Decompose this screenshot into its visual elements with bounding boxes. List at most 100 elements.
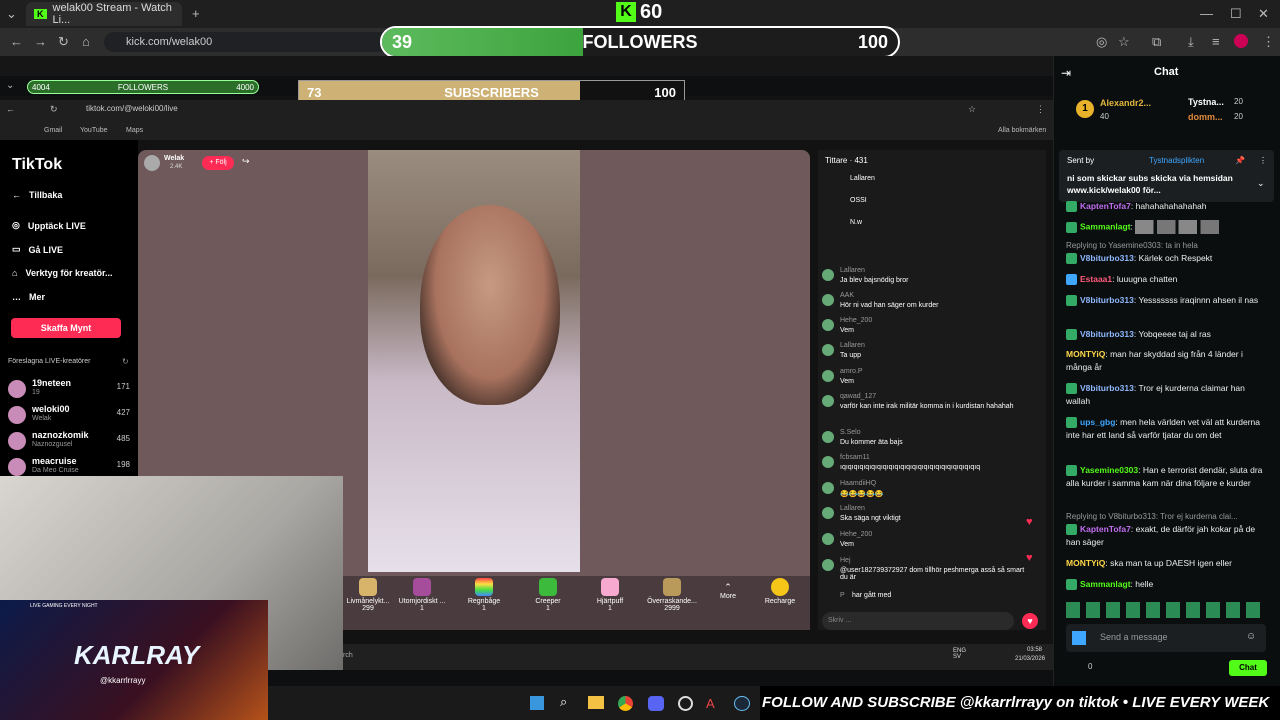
- chat-username[interactable]: V8biturbo313: [1080, 253, 1134, 263]
- nav-more[interactable]: … Mer: [12, 292, 45, 302]
- chat-username[interactable]: Yasemine0303: [1080, 465, 1138, 475]
- inner-reload-icon[interactable]: ↻: [50, 104, 58, 115]
- inner-address-bar[interactable]: tiktok.com/@weloki00/live: [86, 104, 178, 113]
- download-icon[interactable]: ⤓: [1188, 34, 1194, 50]
- all-bookmarks[interactable]: Alla bokmärken: [998, 127, 1046, 134]
- pinned-sent-by: Sent by: [1067, 156, 1095, 165]
- chat-send-button[interactable]: Chat: [1229, 660, 1267, 676]
- creator-item[interactable]: weloki00 Welak 427: [8, 404, 134, 430]
- nav-discover-live[interactable]: ◎ Upptäck LIVE: [12, 220, 86, 231]
- bookmark-star-icon[interactable]: ☆: [1118, 34, 1130, 50]
- top-viewer[interactable]: N.w: [850, 219, 862, 226]
- creator-item[interactable]: 19neteen 19 171: [8, 378, 134, 404]
- steam-icon[interactable]: [734, 696, 750, 711]
- chrome-icon[interactable]: [618, 696, 633, 711]
- chat-username[interactable]: V8biturbo313: [1080, 329, 1134, 339]
- chat-username[interactable]: Estaaa1: [1080, 274, 1112, 284]
- bookmark-maps[interactable]: Maps: [126, 127, 143, 134]
- refresh-icon[interactable]: ↻: [122, 357, 129, 366]
- gift-item[interactable]: Överraskande... 2999: [644, 578, 700, 612]
- chat-username[interactable]: MONTYiQ: [1066, 558, 1105, 568]
- forward-icon[interactable]: →: [34, 34, 47, 49]
- leader-name[interactable]: domm...: [1188, 112, 1223, 122]
- app-a-icon[interactable]: A: [706, 696, 715, 711]
- host-avatar[interactable]: [144, 155, 160, 171]
- gift-item[interactable]: Livmånelykt... 299: [340, 578, 396, 612]
- minimize-icon[interactable]: —: [1200, 6, 1213, 21]
- gift-item[interactable]: Creeper 1: [520, 578, 576, 612]
- chat-username[interactable]: Sammanlagt: [1080, 221, 1131, 231]
- eye-off-icon[interactable]: ◎: [1096, 34, 1107, 50]
- more-menu-icon[interactable]: ⋮: [1262, 34, 1275, 50]
- gift-item[interactable]: Regnbåge 1: [456, 578, 512, 612]
- tab-menu-icon[interactable]: ⌄: [6, 6, 17, 22]
- close-window-icon[interactable]: ✕: [1258, 6, 1269, 22]
- extensions-icon[interactable]: ⧉: [1152, 34, 1161, 50]
- language-indicator[interactable]: ENG SV: [953, 648, 966, 660]
- surprise-icon: [663, 578, 681, 596]
- reload-icon[interactable]: ↻: [58, 34, 69, 50]
- badge: [1066, 253, 1077, 265]
- creator-viewers: 171: [116, 382, 130, 391]
- chat-username[interactable]: ups_gbg: [1080, 417, 1115, 427]
- leader-name[interactable]: Alexandr2...: [1100, 98, 1151, 108]
- emote-bar[interactable]: [1066, 602, 1266, 618]
- discord-icon[interactable]: [648, 696, 664, 711]
- emoji-icon[interactable]: ☺: [1246, 631, 1256, 642]
- file-explorer-icon[interactable]: [588, 696, 604, 709]
- rainbow-icon: [475, 578, 493, 596]
- taskbar-search[interactable]: rch: [343, 652, 353, 659]
- pinned-message[interactable]: Sent by Tystnadsplikten 📌 ⋮ ni som skick…: [1059, 150, 1274, 202]
- reading-list-icon[interactable]: ≡: [1212, 34, 1220, 49]
- maximize-icon[interactable]: ☐: [1230, 6, 1242, 22]
- inner-bookmarks-bar: Gmail YouTube Maps Alla bokmärken: [0, 122, 1053, 140]
- avatar: [822, 344, 834, 356]
- search-icon[interactable]: ⌕: [560, 694, 567, 710]
- dropdown-icon[interactable]: ⌄: [6, 80, 14, 91]
- heart-icon: ♥: [1026, 552, 1033, 564]
- inner-star-icon[interactable]: ☆: [968, 104, 976, 115]
- top-viewer[interactable]: Lallaren: [850, 175, 875, 182]
- new-tab-icon[interactable]: +: [192, 6, 200, 21]
- browser-tab[interactable]: K welak00 Stream - Watch Li...: [26, 2, 182, 26]
- bookmark-gmail[interactable]: Gmail: [44, 127, 62, 134]
- creator-item[interactable]: naznozkomik Naznozgusel 485: [8, 430, 134, 456]
- bookmark-youtube[interactable]: YouTube: [80, 127, 108, 134]
- chat-username[interactable]: V8biturbo313: [1080, 295, 1134, 305]
- top-viewer[interactable]: OSSI: [850, 197, 867, 204]
- recharge-button[interactable]: Recharge: [752, 578, 808, 605]
- chat-username[interactable]: KaptenTofa7: [1080, 201, 1131, 211]
- home-icon[interactable]: ⌂: [82, 34, 90, 49]
- chat-username[interactable]: MONTYiQ: [1066, 349, 1105, 359]
- get-coins-button[interactable]: Skaffa Mynt: [11, 318, 121, 338]
- windows-start-icon[interactable]: [530, 696, 544, 710]
- nav-go-live-label: Gå LIVE: [28, 244, 64, 255]
- gift-item[interactable]: Utomjordiskt ... 1: [394, 578, 450, 612]
- subscribers-label: SUBSCRIBERS: [444, 85, 539, 100]
- profile-avatar[interactable]: [1234, 34, 1248, 48]
- inner-back-icon[interactable]: ←: [6, 104, 15, 114]
- collapse-chat-icon[interactable]: ⇥: [1061, 66, 1071, 80]
- nav-back[interactable]: ← Tillbaka: [12, 190, 62, 200]
- expand-icon[interactable]: ⌄: [1257, 178, 1265, 189]
- share-icon[interactable]: ↪: [242, 156, 250, 167]
- pinned-more-icon[interactable]: ⋮: [1259, 156, 1267, 165]
- chat-username[interactable]: Sammanlagt: [1080, 579, 1131, 589]
- tiktok-chat-input[interactable]: Skriv ...: [822, 612, 1014, 630]
- leader-name[interactable]: Tystna...: [1188, 97, 1224, 107]
- chat-username[interactable]: V8biturbo313: [1080, 383, 1134, 393]
- back-icon[interactable]: ←: [10, 34, 23, 49]
- kick-chat-input[interactable]: Send a message ☺: [1066, 624, 1266, 652]
- chat-text: Ska säga ngt viktigt: [840, 515, 901, 522]
- chat-username[interactable]: KaptenTofa7: [1080, 524, 1131, 534]
- alien-icon: [413, 578, 431, 596]
- nav-go-live[interactable]: ▭ Gå LIVE: [12, 244, 63, 255]
- follow-button[interactable]: + Följ: [202, 156, 234, 170]
- nav-creator-tools[interactable]: ⌂ Verktyg för kreatör...: [12, 268, 112, 278]
- tiktok-logo[interactable]: TikTok: [12, 156, 62, 174]
- like-heart-icon[interactable]: ♥: [1022, 613, 1038, 629]
- inner-more-icon[interactable]: ⋮: [1036, 104, 1045, 115]
- gift-item[interactable]: Hjärtpuff 1: [582, 578, 638, 612]
- more-gifts[interactable]: ⌃ More: [700, 582, 756, 600]
- obs-icon[interactable]: [678, 696, 693, 711]
